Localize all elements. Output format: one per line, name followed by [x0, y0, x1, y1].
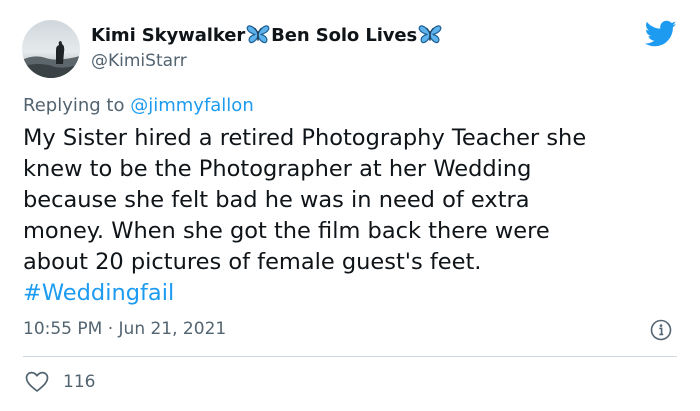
- info-icon[interactable]: [650, 319, 672, 341]
- tweet-text: My Sister hired a retired Photography Te…: [23, 123, 683, 309]
- reply-mention-link[interactable]: @jimmyfallon: [130, 95, 254, 116]
- tweet-text-line: about 20 pictures of female guest's feet…: [23, 249, 482, 275]
- tweet-text-line: knew to be the Photographer at her Weddi…: [23, 156, 532, 182]
- avatar[interactable]: [22, 20, 80, 78]
- display-name-part2: Ben Solo Lives: [271, 24, 418, 46]
- like-button[interactable]: 116: [25, 371, 95, 393]
- tweet-text-line: because she felt bad he was in need of e…: [23, 187, 530, 213]
- tweet-timestamp[interactable]: 10:55 PM · Jun 21, 2021: [23, 319, 226, 339]
- author-handle[interactable]: @KimiStarr: [91, 51, 187, 71]
- tweet-card: Kimi Skywalker Ben Solo Lives @KimiStarr…: [0, 0, 700, 411]
- reply-context: Replying to @jimmyfallon: [23, 95, 254, 116]
- tweet-text-line: My Sister hired a retired Photography Te…: [23, 125, 587, 151]
- hashtag-link[interactable]: #Weddingfail: [23, 278, 683, 309]
- twitter-bird-icon[interactable]: [645, 20, 677, 48]
- author-name[interactable]: Kimi Skywalker Ben Solo Lives: [91, 22, 443, 48]
- heart-icon[interactable]: [25, 371, 49, 393]
- reply-prefix: Replying to: [23, 95, 125, 116]
- butterfly-icon: [418, 24, 442, 46]
- tweet-text-line: money. When she got the film back there …: [23, 218, 550, 244]
- butterfly-icon: [246, 24, 270, 46]
- divider: [23, 356, 677, 357]
- like-count: 116: [63, 372, 96, 392]
- display-name-part1: Kimi Skywalker: [91, 24, 246, 46]
